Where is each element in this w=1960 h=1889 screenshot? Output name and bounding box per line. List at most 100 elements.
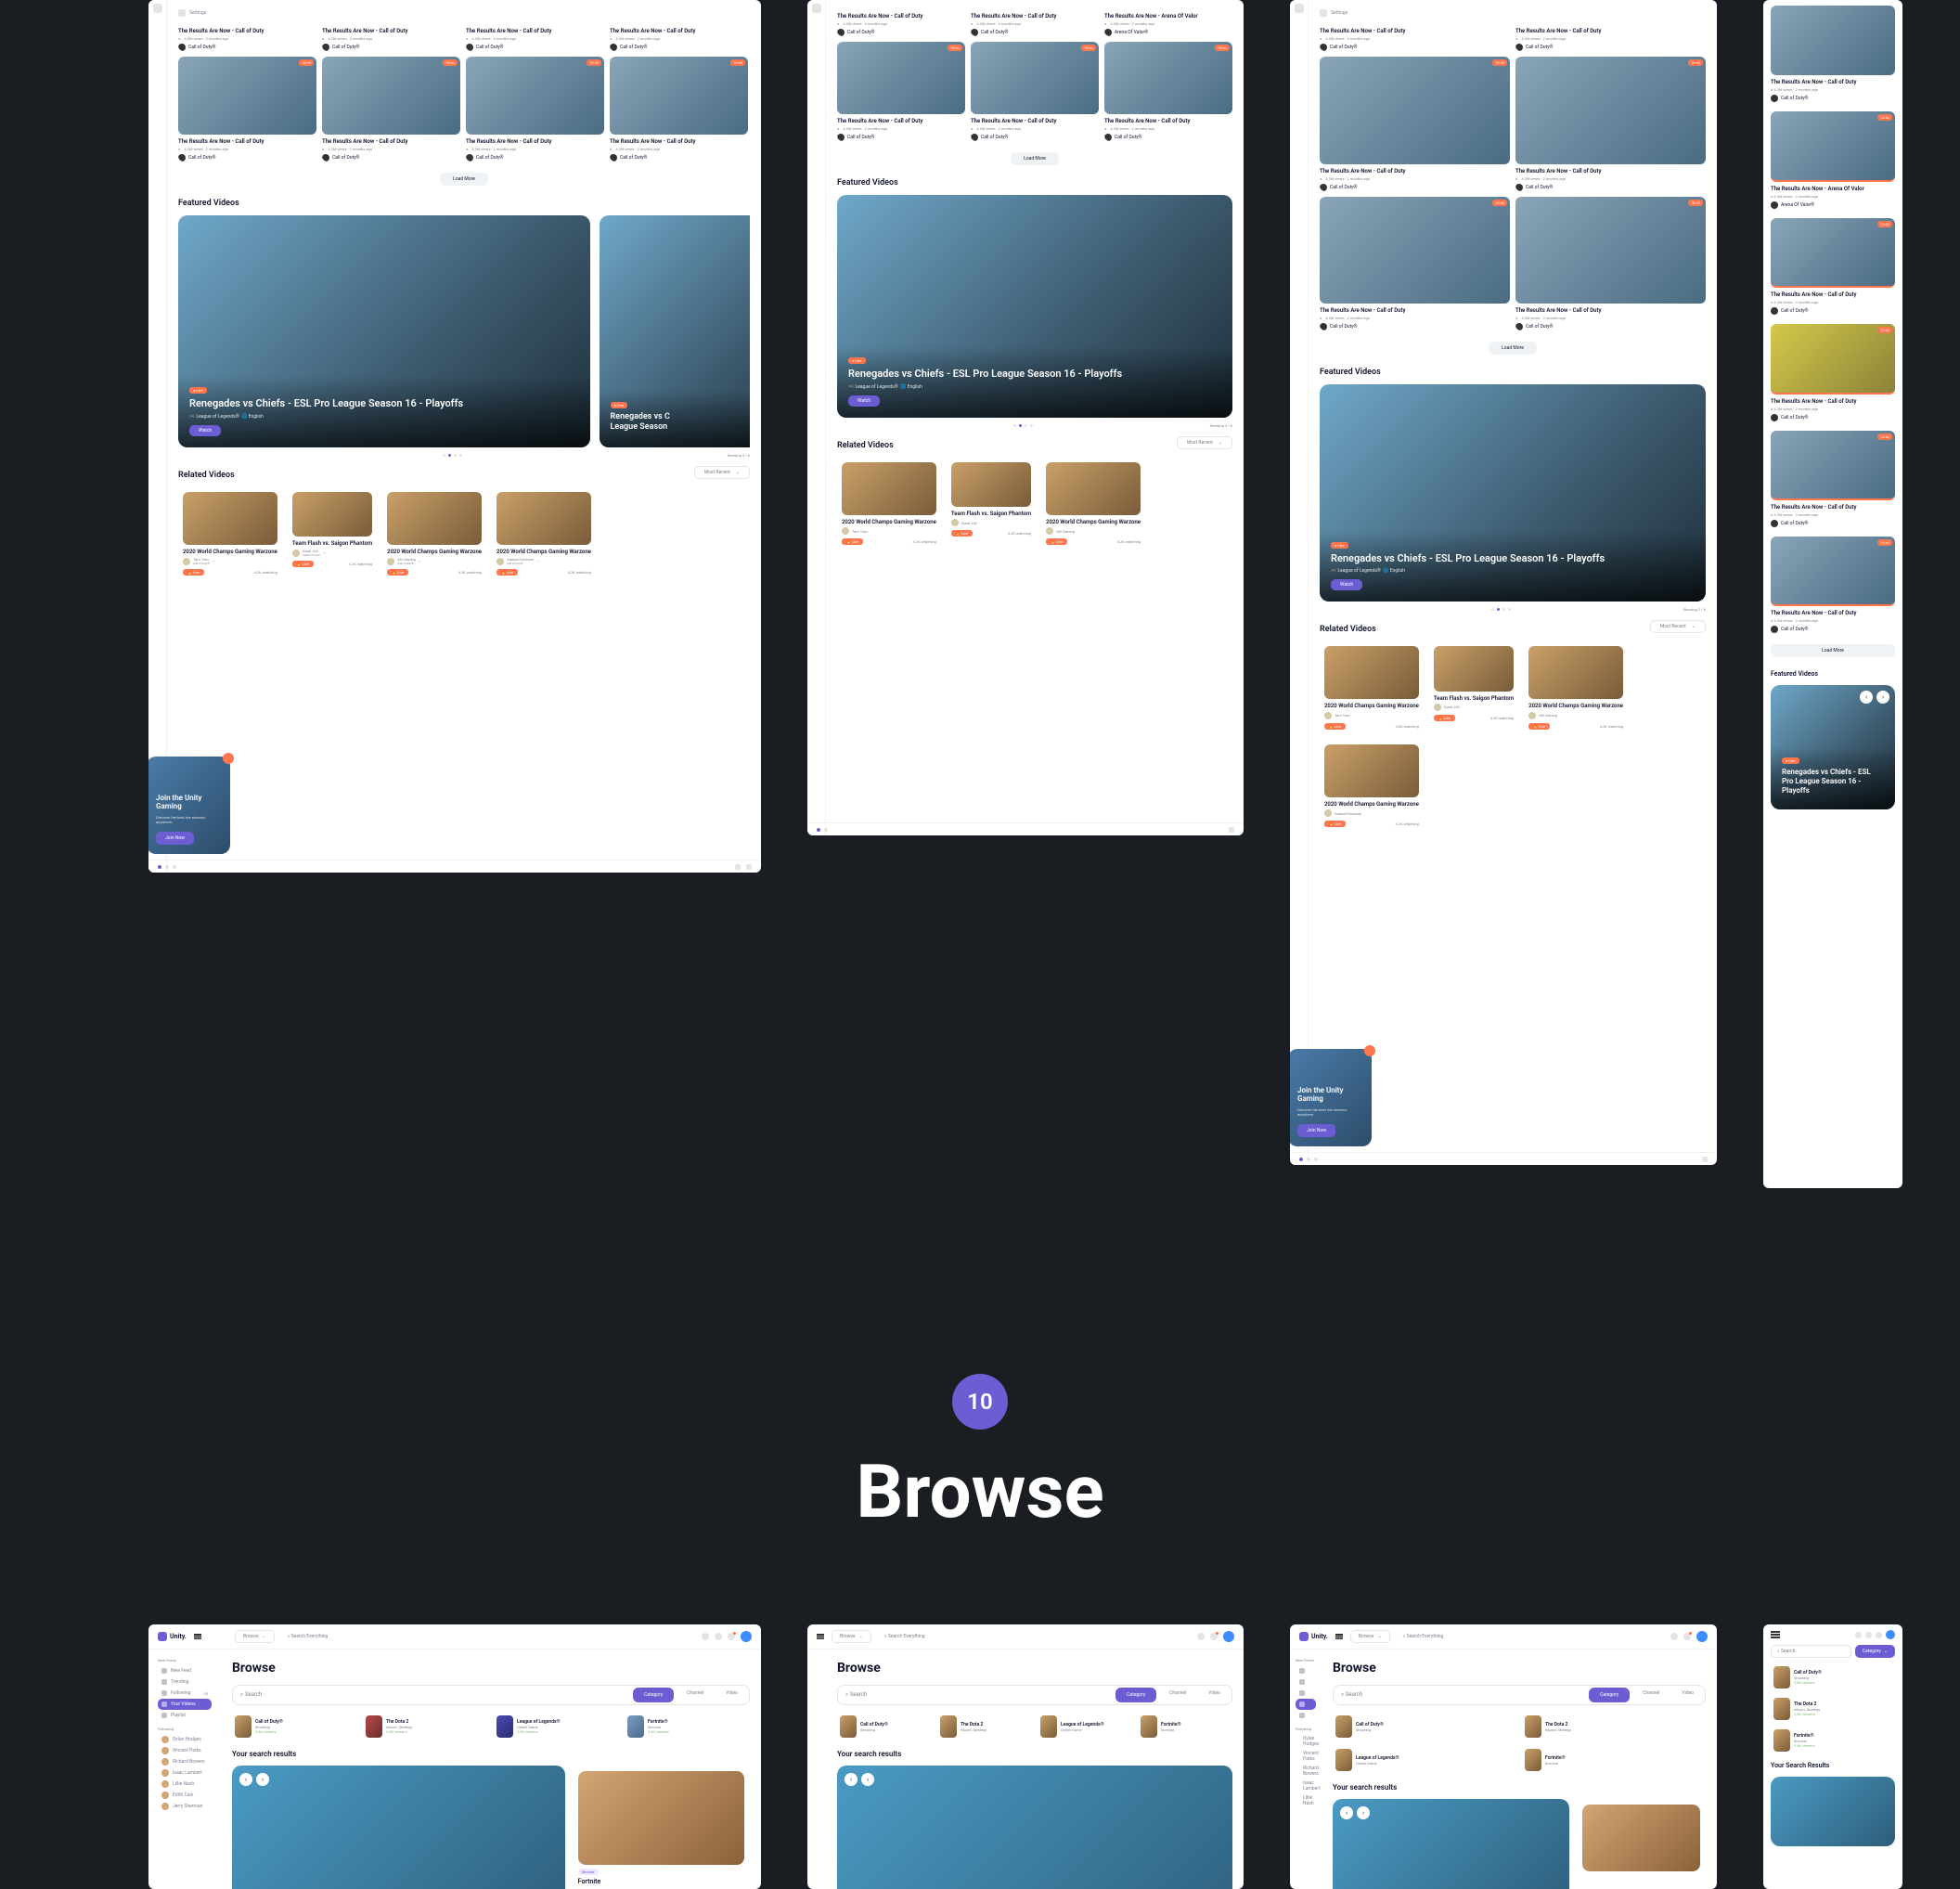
watch-button[interactable]: Watch (1331, 579, 1362, 590)
related-card[interactable]: Team Flash vs. Saigon PhantomGustl Jöll🔥… (947, 458, 1036, 550)
video-card[interactable]: The Results Are Now - Call of Duty●4.2M … (1320, 24, 1510, 51)
related-card[interactable]: 2020 World Champs Gaming WarzoneTam Tran… (178, 487, 282, 580)
video-card[interactable]: 10:42The Results Are Now - Call of Duty●… (1104, 42, 1232, 141)
follow-item[interactable]: Richard Bowers (158, 1756, 212, 1767)
video-card[interactable]: 10:42The Results Are Now - Call of Duty●… (610, 57, 748, 162)
tab-video[interactable]: Video (715, 1686, 749, 1704)
menu-toggle[interactable] (194, 1634, 201, 1639)
watch-button[interactable]: Watch (189, 425, 221, 436)
tab-category[interactable]: Category (633, 1688, 674, 1702)
sort-dropdown[interactable]: Most Recent (1177, 436, 1232, 449)
related-card[interactable]: 2020 World Champs Gaming WarzoneGalenâ E… (492, 487, 596, 580)
related-card[interactable]: Team Flash vs. Saigon PhantomGustl Jöll🔥… (1429, 641, 1518, 733)
tab-channel[interactable]: Channel (676, 1686, 715, 1704)
join-button[interactable]: Join Now (156, 832, 194, 845)
load-more-button[interactable]: Load More (1011, 152, 1059, 165)
nav-item-playlist[interactable]: Playlist (158, 1710, 212, 1721)
follow-item[interactable]: Dylan Hodges (158, 1734, 212, 1745)
video-card[interactable]: The Results Are Now - Call of Duty●4.2M … (466, 24, 604, 51)
browse-dropdown[interactable]: Browse (235, 1630, 275, 1643)
result-hero[interactable]: ‹› (232, 1766, 565, 1889)
sort-dropdown[interactable]: Most Recent (1650, 620, 1706, 633)
carousel-dots[interactable] (443, 454, 462, 457)
bottom-icon[interactable] (735, 864, 741, 870)
next-button[interactable]: › (256, 1773, 269, 1786)
related-card[interactable]: 2020 World Champs Gaming WarzoneGalenâ E… (1320, 740, 1424, 832)
video-card[interactable]: 10:42The Results Are Now - Call of Duty●… (1771, 324, 1895, 420)
related-card[interactable]: 2020 World Champs Gaming WarzoneAfri Gan… (1524, 641, 1628, 733)
nav-item-newfeed[interactable]: New Feed (158, 1665, 212, 1676)
category-dropdown[interactable]: Category (1855, 1645, 1895, 1658)
logo[interactable]: Unity. (158, 1632, 187, 1641)
game-card[interactable]: Call of Duty®Shooting2.8K viewers (232, 1713, 357, 1740)
related-card[interactable]: Team Flash vs. Saigon PhantomGustl JöllA… (288, 487, 377, 580)
category-search-input[interactable]: Search (838, 1687, 1114, 1703)
related-card[interactable]: 2020 World Champs Gaming WarzoneTam Tran… (1320, 641, 1424, 733)
video-card[interactable]: 10:42The Results Are Now - Arena Of Valo… (1771, 111, 1895, 208)
video-card[interactable]: The Results Are Now - Arena Of Valor●4.2… (1104, 9, 1232, 36)
clock-icon[interactable] (702, 1633, 709, 1640)
follow-item[interactable]: Vincent Parks (158, 1745, 212, 1756)
game-card[interactable]: League of Legends®Online Game2.8K viewer… (494, 1713, 619, 1740)
featured-hero-next[interactable]: ● Live Renegades vs CLeague Season (600, 215, 750, 446)
game-card[interactable]: Fortnite®Survival2.8K viewers (625, 1713, 750, 1740)
follow-item[interactable]: Isaac Lambert (158, 1767, 212, 1779)
related-card[interactable]: 2020 World Champs Gaming WarzoneAfri Gan… (382, 487, 486, 580)
video-card[interactable]: 10:42The Results Are Now - Call of Duty●… (1320, 57, 1510, 191)
game-card[interactable]: The Dota 2eSport, Strategy2.8K viewers (363, 1713, 488, 1740)
follow-item[interactable]: Jerry Sherman (158, 1801, 212, 1812)
category-search-input[interactable]: Search (233, 1687, 631, 1703)
video-card[interactable]: 10:42The Results Are Now - Call of Duty●… (1320, 197, 1510, 331)
sort-dropdown[interactable]: Most Recent (694, 466, 750, 479)
sidebar-item-settings[interactable]: Settings (178, 9, 750, 17)
follow-item[interactable]: Edith Cain (158, 1790, 212, 1801)
video-card[interactable]: The Results Are Now - Call of Duty●4.2M … (178, 24, 316, 51)
video-card[interactable]: 10:42The Results Are Now - Call of Duty●… (1771, 431, 1895, 527)
side-result-card[interactable]: Shooter Fortnite Follow (573, 1766, 750, 1889)
menu-toggle[interactable] (1335, 1634, 1343, 1639)
video-card[interactable]: 10:42The Results Are Now - Call of Duty●… (837, 42, 965, 141)
chat-icon[interactable] (715, 1633, 722, 1640)
video-card[interactable]: The Results Are Now - Call of Duty●4.2M … (610, 24, 748, 51)
nav-item-trending[interactable]: Trending (158, 1676, 212, 1688)
follow-item[interactable]: Lillie Nash (158, 1779, 212, 1790)
video-card[interactable]: 10:42The Results Are Now - Call of Duty●… (971, 42, 1099, 141)
load-more-button[interactable]: Load More (1771, 644, 1895, 657)
nav-item-following[interactable]: Following20 (158, 1688, 212, 1699)
nav-item-your-videos[interactable]: Your Videos (158, 1699, 212, 1710)
bottom-icon[interactable] (746, 864, 752, 870)
watch-button[interactable]: Watch (848, 395, 880, 407)
related-card[interactable]: 2020 World Champs Gaming WarzoneAfri Gan… (1041, 458, 1145, 550)
next-button[interactable]: › (1876, 691, 1889, 704)
video-card[interactable]: 10:42The Results Are Now - Call of Duty●… (466, 57, 604, 162)
prev-button[interactable]: ‹ (1860, 691, 1873, 704)
featured-hero[interactable]: ‹› ● Live Renegades vs Chiefs - ESL Pro … (1771, 685, 1895, 809)
search-input[interactable]: Search Everything (282, 1631, 694, 1642)
featured-hero[interactable]: ● Live Renegades vs Chiefs - ESL Pro Lea… (1320, 384, 1706, 602)
video-card[interactable]: 10:42The Results Are Now - Call of Duty●… (1771, 537, 1895, 633)
load-more-button[interactable]: Load More (1489, 342, 1537, 355)
video-card[interactable]: The Results Are Now - Call of Duty●4.2M … (322, 24, 460, 51)
video-card[interactable]: 10:42The Results Are Now - Call of Duty●… (178, 57, 316, 162)
featured-hero[interactable]: ● Live Renegades vs Chiefs - ESL Pro Lea… (837, 195, 1232, 418)
video-card[interactable]: 10:42The Results Are Now - Call of Duty●… (1771, 218, 1895, 315)
avatar[interactable] (741, 1631, 752, 1642)
video-card[interactable]: The Results Are Now - Call of Duty●4.2M … (837, 9, 965, 36)
close-icon[interactable] (1364, 1045, 1375, 1056)
load-more-button[interactable]: Load More (440, 173, 488, 186)
sidebar-icon[interactable] (153, 4, 162, 13)
prev-button[interactable]: ‹ (239, 1773, 252, 1786)
close-icon[interactable] (223, 753, 234, 764)
video-card[interactable]: 10:42The Results Are Now - Call of Duty●… (1515, 57, 1706, 191)
menu-toggle[interactable] (1771, 1631, 1780, 1638)
video-card[interactable]: The Results Are Now - Call of Duty●4.2M … (971, 9, 1099, 36)
result-hero[interactable]: ‹› League of Legends (837, 1766, 1232, 1889)
browse-dropdown[interactable]: Browse (832, 1630, 871, 1643)
join-button[interactable]: Join Now (1297, 1124, 1335, 1137)
video-card[interactable]: 10:42The Results Are Now - Call of Duty●… (322, 57, 460, 162)
video-card[interactable]: The Results Are Now - Call of Duty●4.2M … (1515, 24, 1706, 51)
video-card[interactable]: The Results Are Now - Call of Duty● 4.2M… (1771, 6, 1895, 102)
related-card[interactable]: 2020 World Champs Gaming WarzoneTam Tran… (837, 458, 941, 550)
video-card[interactable]: 10:42The Results Are Now - Call of Duty●… (1515, 197, 1706, 331)
avatar[interactable] (1886, 1630, 1895, 1639)
